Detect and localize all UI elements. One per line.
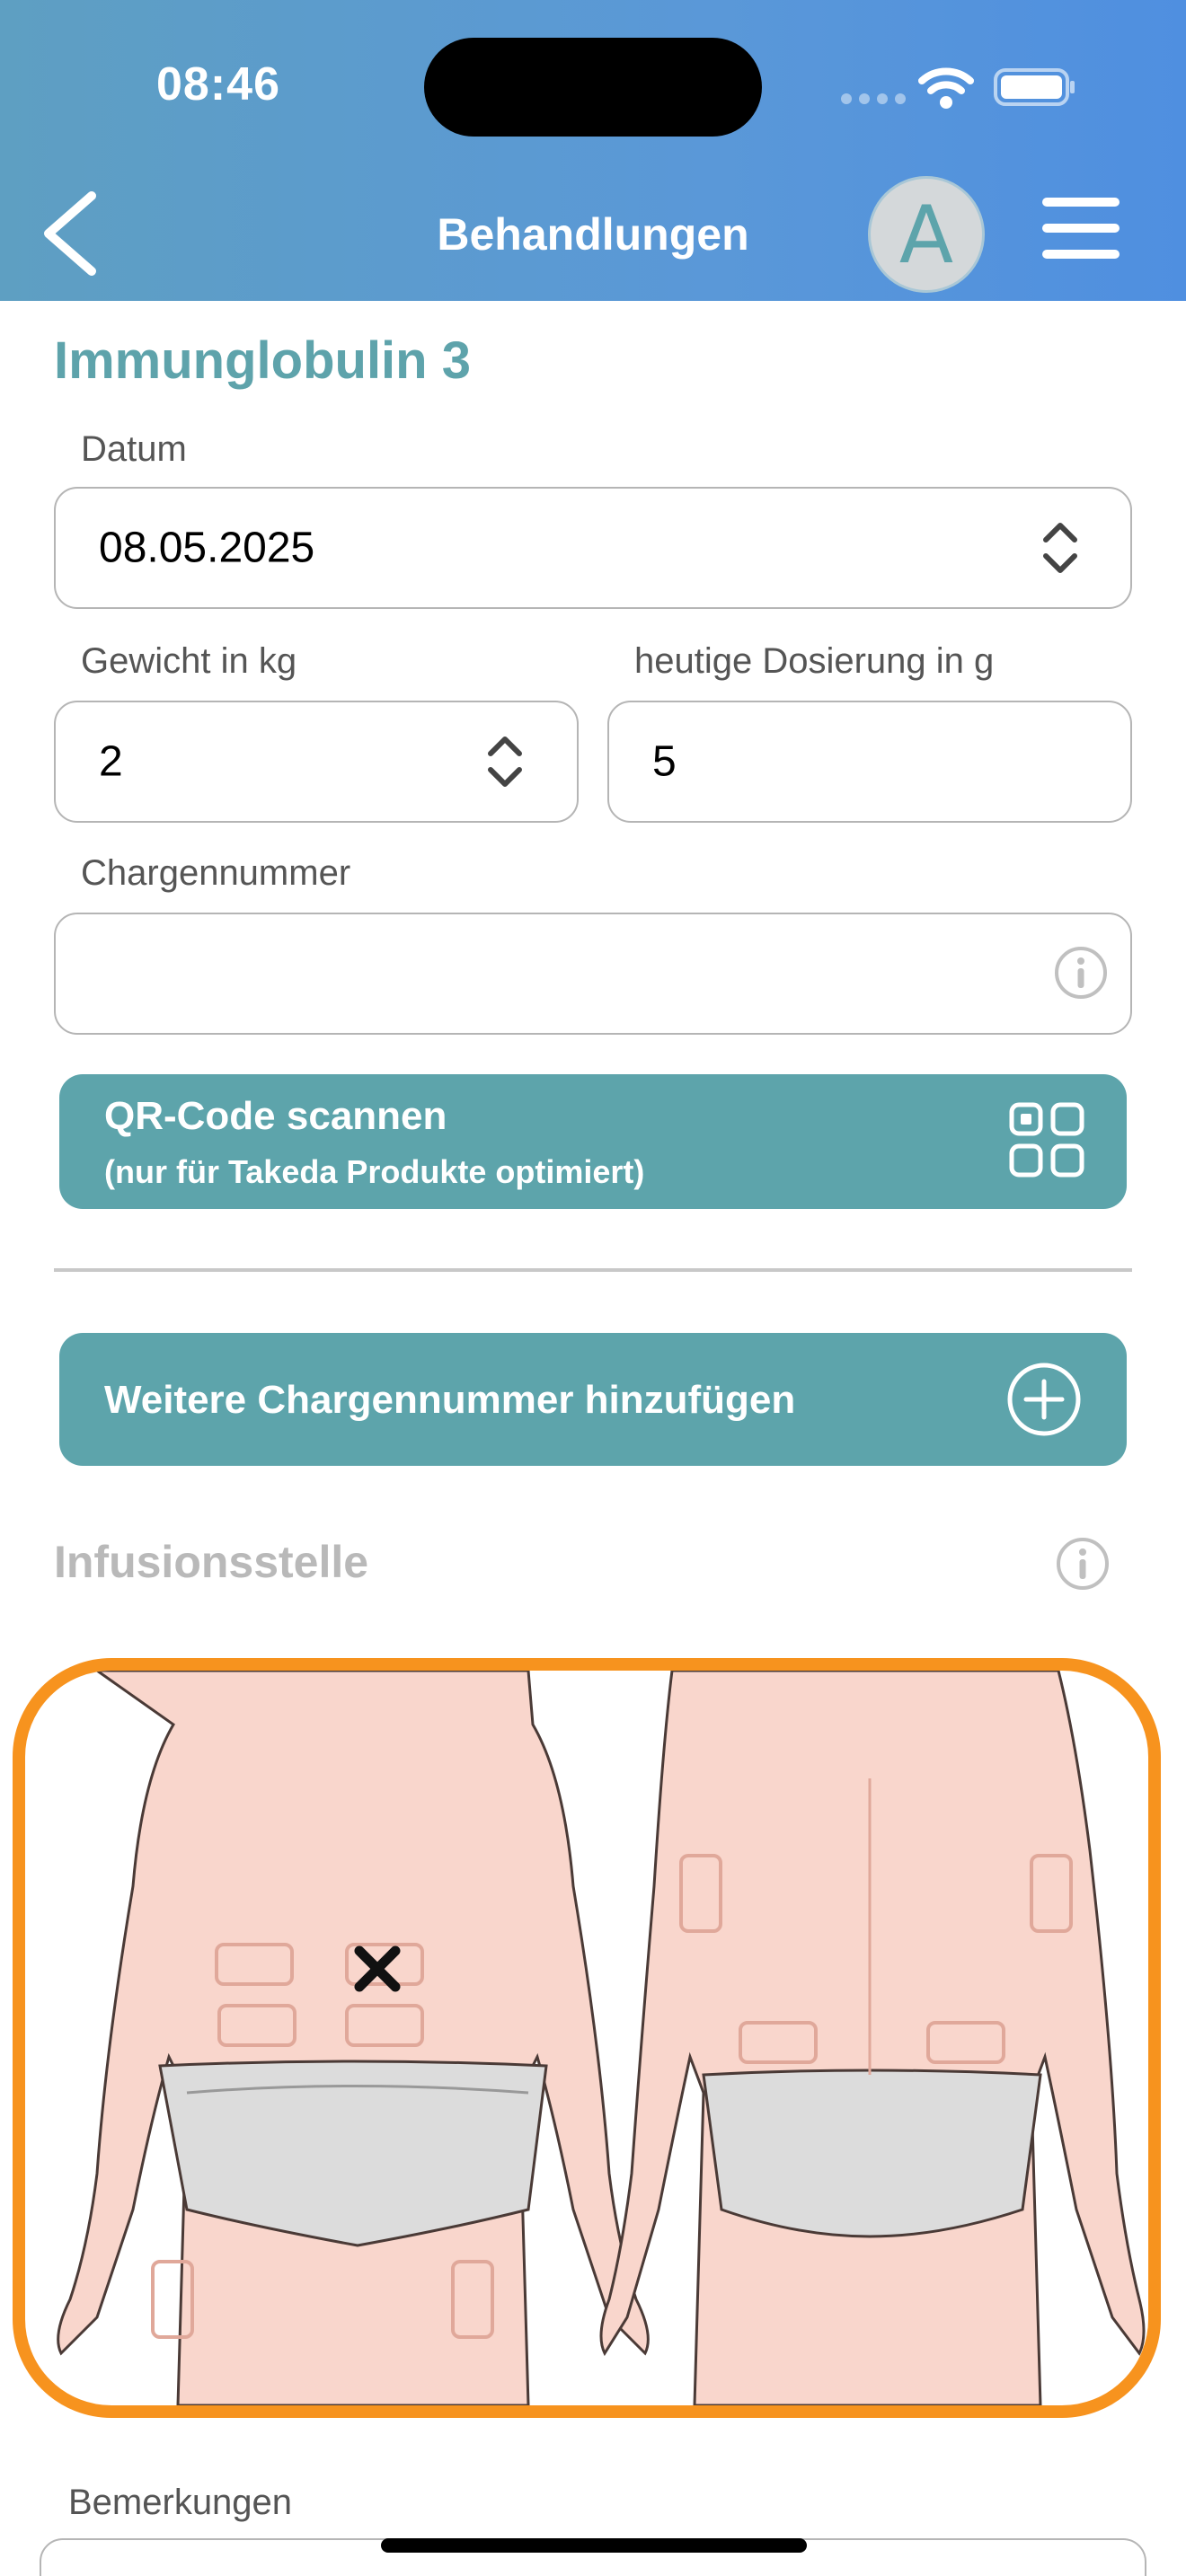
qr-scan-label: QR-Code scannen xyxy=(104,1094,447,1138)
weight-value: 2 xyxy=(99,737,123,786)
body-illustration xyxy=(57,1671,1146,2405)
qr-scan-sublabel: (nur für Takeda Produkte optimiert) xyxy=(104,1153,645,1190)
date-stepper-icon[interactable] xyxy=(1040,518,1080,578)
dynamic-island xyxy=(424,38,762,137)
front-body-figure xyxy=(57,1671,650,2405)
infusion-site-label: Infusionsstelle xyxy=(54,1537,369,1587)
cellular-signal-icon xyxy=(841,93,906,104)
dose-field[interactable]: 5 xyxy=(607,701,1132,823)
info-icon[interactable] xyxy=(1053,945,1109,1001)
qr-code-icon xyxy=(1009,1102,1084,1178)
status-time: 08:46 xyxy=(156,58,280,110)
back-body-figure xyxy=(599,1671,1146,2405)
infusion-site-map[interactable] xyxy=(13,1658,1161,2418)
weight-stepper-icon[interactable] xyxy=(485,732,525,791)
date-value: 08.05.2025 xyxy=(99,524,315,572)
page-title: Behandlungen xyxy=(437,209,749,260)
home-indicator xyxy=(381,2538,807,2553)
avatar-button[interactable]: A xyxy=(868,176,985,293)
batch-label: Chargennummer xyxy=(81,853,351,893)
app-header: 08:46 Behandlungen A xyxy=(0,0,1186,301)
wifi-icon xyxy=(918,67,974,109)
qr-scan-button[interactable]: QR-Code scannen (nur für Takeda Produkte… xyxy=(59,1074,1127,1209)
weight-label: Gewicht in kg xyxy=(81,641,297,681)
add-batch-label: Weitere Chargennummer hinzufügen xyxy=(104,1378,796,1422)
divider xyxy=(54,1268,1132,1272)
weight-field[interactable]: 2 xyxy=(54,701,579,823)
add-batch-button[interactable]: Weitere Chargennummer hinzufügen xyxy=(59,1333,1127,1466)
section-title: Immunglobulin 3 xyxy=(54,331,471,390)
hamburger-menu-icon[interactable] xyxy=(1040,196,1121,260)
date-field[interactable]: 08.05.2025 xyxy=(54,487,1132,609)
dose-value: 5 xyxy=(652,737,677,786)
remarks-label: Bemerkungen xyxy=(68,2483,293,2522)
batch-number-field[interactable] xyxy=(54,913,1132,1035)
date-label: Datum xyxy=(81,429,187,469)
battery-icon xyxy=(994,68,1075,106)
add-circle-icon xyxy=(1007,1363,1081,1436)
infusion-info-icon[interactable] xyxy=(1055,1536,1111,1592)
dose-label: heutige Dosierung in g xyxy=(634,641,995,681)
